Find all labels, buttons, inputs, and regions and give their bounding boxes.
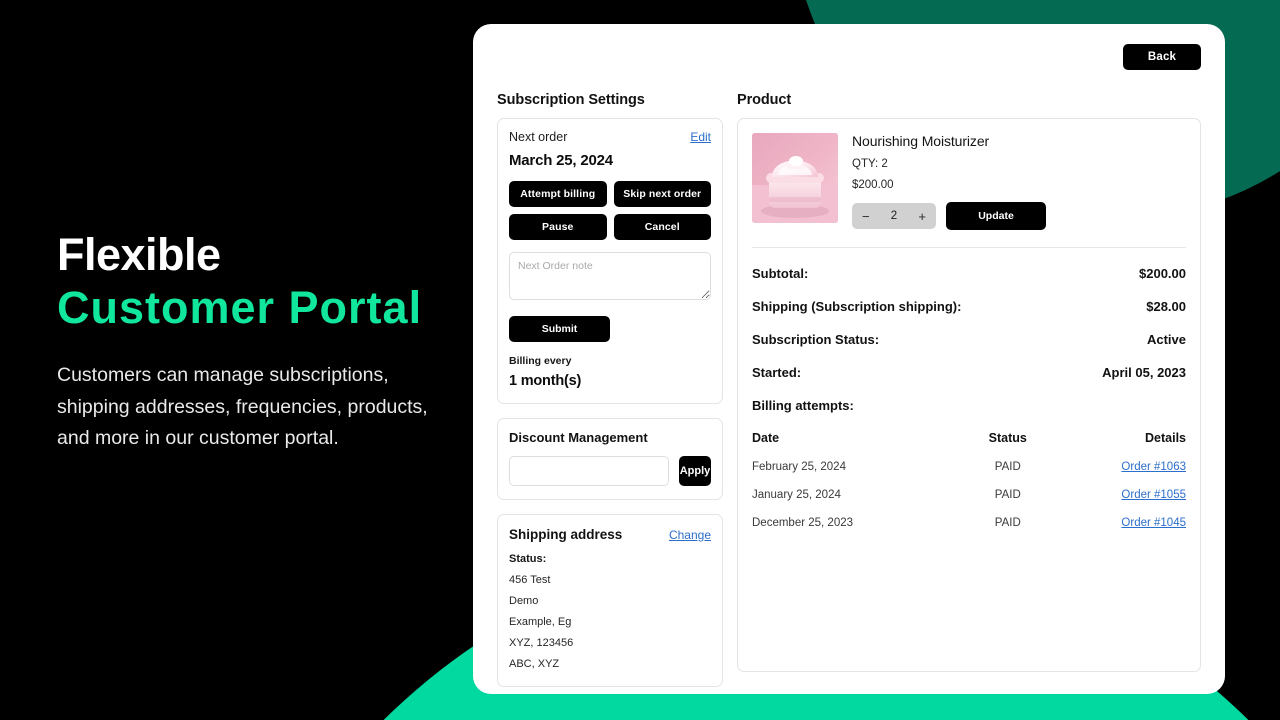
quantity-controls: − 2 + Update bbox=[852, 202, 1046, 230]
discount-input-row: Apply bbox=[509, 456, 711, 486]
cell-date: February 25, 2024 bbox=[752, 461, 846, 473]
update-quantity-button[interactable]: Update bbox=[946, 202, 1046, 230]
summary-label: Shipping (Subscription shipping): bbox=[752, 299, 962, 314]
summary-label: Started: bbox=[752, 365, 802, 380]
pause-button[interactable]: Pause bbox=[509, 214, 607, 240]
product-thumbnail-image bbox=[752, 133, 838, 223]
apply-discount-button[interactable]: Apply bbox=[679, 456, 711, 486]
edit-next-order-link[interactable]: Edit bbox=[690, 130, 711, 144]
summary-value: $200.00 bbox=[1139, 266, 1186, 281]
skip-next-order-button[interactable]: Skip next order bbox=[613, 181, 711, 207]
cell-status: PAID bbox=[994, 489, 1021, 501]
order-link[interactable]: Order #1063 bbox=[1121, 461, 1186, 473]
table-header-row: Date Status Details bbox=[752, 431, 1186, 461]
shipping-address-card: Shipping address Change Status: 456 Test… bbox=[497, 514, 723, 687]
product-divider bbox=[752, 247, 1186, 248]
cell-status: PAID bbox=[994, 517, 1021, 529]
cell-details: Order #1063 bbox=[1048, 461, 1186, 489]
subscription-settings-title: Subscription Settings bbox=[497, 92, 645, 108]
order-link[interactable]: Order #1045 bbox=[1121, 517, 1186, 529]
next-order-date: March 25, 2024 bbox=[509, 152, 613, 169]
billing-attempts-table: Date Status Details February 25, 2024 PA… bbox=[752, 431, 1186, 545]
summary-row-shipping: Shipping (Subscription shipping): $28.00 bbox=[752, 299, 1186, 314]
summary-label: Subscription Status: bbox=[752, 332, 880, 347]
attempt-billing-button[interactable]: Attempt billing bbox=[509, 181, 607, 207]
shipping-status-label: Status: bbox=[509, 553, 547, 565]
promo-headline-line2: Customer Portal bbox=[57, 282, 423, 334]
product-info: Nourishing Moisturizer QTY: 2 $200.00 − … bbox=[852, 133, 1046, 230]
next-order-actions: Attempt billing Skip next order Pause Ca… bbox=[509, 181, 711, 240]
billing-attempts-label: Billing attempts: bbox=[752, 398, 854, 413]
product-name: Nourishing Moisturizer bbox=[852, 133, 990, 149]
change-address-link[interactable]: Change bbox=[669, 528, 711, 542]
quantity-decrease-button[interactable]: − bbox=[862, 210, 870, 223]
next-order-note-input[interactable] bbox=[509, 252, 711, 300]
billing-every-value: 1 month(s) bbox=[509, 373, 582, 389]
order-link[interactable]: Order #1055 bbox=[1121, 489, 1186, 501]
back-button[interactable]: Back bbox=[1123, 44, 1201, 70]
product-details-card: Nourishing Moisturizer QTY: 2 $200.00 − … bbox=[737, 118, 1201, 672]
product-section-title: Product bbox=[737, 92, 792, 108]
shipping-address-header: Shipping address Change bbox=[509, 527, 711, 542]
page-root: Flexible Customer Portal Customers can m… bbox=[0, 0, 1280, 720]
column-header-date: Date bbox=[752, 431, 780, 445]
product-column: Product Nourishing Moisturizer QTY: 2 $2… bbox=[737, 92, 1201, 687]
billing-every-label: Billing every bbox=[509, 355, 572, 367]
summary-label: Subtotal: bbox=[752, 266, 809, 281]
table-row: January 25, 2024 PAID Order #1055 bbox=[752, 489, 1186, 517]
product-price: $200.00 bbox=[852, 179, 894, 191]
discount-code-input[interactable] bbox=[509, 456, 669, 486]
submit-note-button[interactable]: Submit bbox=[509, 316, 610, 342]
portal-body: Subscription Settings Next order Edit Ma… bbox=[473, 92, 1225, 687]
discount-management-card: Discount Management Apply bbox=[497, 418, 723, 500]
address-line: ABC, XYZ bbox=[509, 658, 560, 670]
quantity-stepper[interactable]: − 2 + bbox=[852, 203, 936, 229]
column-header-status: Status bbox=[988, 431, 1027, 445]
cell-details: Order #1045 bbox=[1048, 517, 1186, 545]
portal-header: Back bbox=[473, 24, 1225, 92]
summary-value: April 05, 2023 bbox=[1102, 365, 1186, 380]
table-row: December 25, 2023 PAID Order #1045 bbox=[752, 517, 1186, 545]
summary-row-subtotal: Subtotal: $200.00 bbox=[752, 266, 1186, 281]
promo-headline-line1: Flexible bbox=[57, 229, 221, 280]
address-line: Demo bbox=[509, 595, 539, 607]
next-order-header: Next order Edit bbox=[509, 130, 711, 144]
address-line: Example, Eg bbox=[509, 616, 572, 628]
summary-row-status: Subscription Status: Active bbox=[752, 332, 1186, 347]
table-row: February 25, 2024 PAID Order #1063 bbox=[752, 461, 1186, 489]
address-line: 456 Test bbox=[509, 574, 551, 586]
quantity-increase-button[interactable]: + bbox=[918, 210, 926, 223]
promo-block: Flexible Customer Portal Customers can m… bbox=[57, 228, 457, 455]
next-order-label: Next order bbox=[509, 130, 568, 144]
next-order-card: Next order Edit March 25, 2024 Attempt b… bbox=[497, 118, 723, 404]
summary-value: $28.00 bbox=[1146, 299, 1186, 314]
customer-portal-card: Back Subscription Settings Next order Ed… bbox=[473, 24, 1225, 694]
promo-body-text: Customers can manage subscriptions, ship… bbox=[57, 364, 428, 450]
product-summary-row: Nourishing Moisturizer QTY: 2 $200.00 − … bbox=[752, 133, 1186, 230]
subscription-settings-column: Subscription Settings Next order Edit Ma… bbox=[497, 92, 723, 687]
summary-row-started: Started: April 05, 2023 bbox=[752, 365, 1186, 380]
quantity-value: 2 bbox=[890, 210, 898, 222]
column-header-details: Details bbox=[1145, 431, 1186, 445]
cell-status: PAID bbox=[994, 461, 1021, 473]
address-line: XYZ, 123456 bbox=[509, 637, 574, 649]
cell-date: January 25, 2024 bbox=[752, 489, 841, 501]
discount-management-title: Discount Management bbox=[509, 430, 648, 445]
shipping-address-title: Shipping address bbox=[509, 527, 623, 542]
status-badge: Active bbox=[1146, 332, 1186, 347]
cell-details: Order #1055 bbox=[1048, 489, 1186, 517]
cell-date: December 25, 2023 bbox=[752, 517, 854, 529]
product-qty-text: QTY: 2 bbox=[852, 158, 888, 170]
cancel-button[interactable]: Cancel bbox=[613, 214, 711, 240]
